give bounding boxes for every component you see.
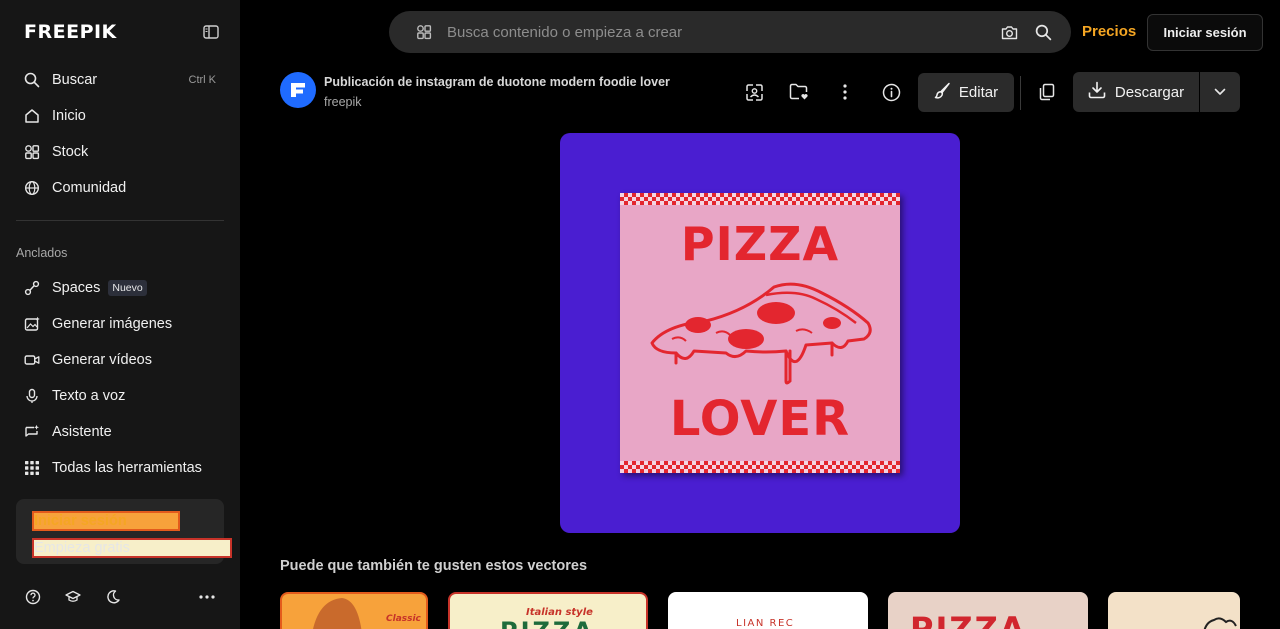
sidebar-item-label: Asistente — [52, 424, 112, 440]
thumb-text: LIAN REC — [736, 618, 795, 629]
login-button[interactable]: Iniciar sesión — [1147, 14, 1263, 51]
brush-icon — [934, 82, 951, 104]
download-options-button[interactable] — [1200, 72, 1240, 112]
sidebar-bottom-bar — [24, 588, 220, 606]
spaces-icon — [24, 280, 40, 296]
sidebar-item-generar-videos[interactable]: Generar vídeos — [16, 342, 224, 378]
author-avatar[interactable] — [280, 72, 316, 108]
apps-grid-icon — [24, 460, 40, 476]
pricing-link[interactable]: Precios — [1082, 23, 1136, 40]
home-icon — [24, 108, 40, 124]
search-submit-icon[interactable] — [1033, 22, 1053, 42]
sidebar-item-inicio[interactable]: Inicio — [16, 98, 224, 134]
video-camera-icon — [24, 352, 40, 368]
new-badge: Nuevo — [108, 280, 147, 296]
sidebar-item-label: Generar imágenes — [52, 316, 173, 332]
resource-preview[interactable]: PIZZA LOVER — [560, 133, 960, 533]
search-icon — [24, 72, 40, 88]
sidebar-item-label: Buscar — [52, 72, 98, 88]
download-icon — [1088, 81, 1106, 104]
poster-word-lover: LOVER — [669, 391, 851, 447]
sidebar-item-todas-herramientas[interactable]: Todas las herramientas — [16, 450, 224, 486]
toolbar-divider — [1020, 76, 1021, 110]
download-button-label: Descargar — [1114, 83, 1185, 101]
pinned-section-title: Anclados — [16, 246, 68, 260]
download-button[interactable]: Descargar — [1073, 72, 1199, 112]
login-card[interactable]: Iniciar sesión Empieza gratis — [16, 499, 232, 564]
sidebar-item-generar-imagenes[interactable]: Generar imágenes — [16, 306, 224, 342]
sidebar-toggle-icon[interactable] — [202, 23, 220, 41]
login-card-title: Iniciar sesión — [32, 511, 180, 531]
image-search-icon[interactable] — [740, 78, 768, 106]
resource-title: Publicación de instagram de duotone mode… — [324, 75, 670, 89]
sidebar-item-label: Inicio — [52, 108, 86, 124]
edit-button-label: Editar — [958, 84, 999, 101]
edit-button[interactable]: Editar — [918, 73, 1014, 112]
sidebar-item-texto-a-voz[interactable]: Texto a voz — [16, 378, 224, 414]
assistant-chat-icon — [24, 424, 40, 440]
sidebar-item-label: Spaces — [52, 280, 101, 296]
more-vertical-icon[interactable] — [831, 78, 859, 106]
related-thumb[interactable]: Classic — [280, 592, 428, 629]
save-to-collection-icon[interactable] — [785, 78, 813, 106]
search-bar — [389, 11, 1071, 53]
chevron-down-icon — [1214, 83, 1226, 101]
copy-icon[interactable] — [1033, 78, 1061, 106]
globe-icon — [24, 180, 40, 196]
search-mode-icon[interactable] — [415, 23, 433, 41]
shortcut-hint: Ctrl K — [188, 74, 217, 86]
pizza-slice-illustration — [650, 282, 872, 385]
sidebar-divider — [16, 220, 224, 221]
sidebar-item-label: Generar vídeos — [52, 352, 152, 368]
freepik-logo[interactable]: FREEPIK — [24, 21, 117, 43]
more-horizontal-icon[interactable] — [198, 588, 216, 606]
related-thumb[interactable]: PIZZA — [888, 592, 1088, 629]
hand-thumb-art — [1203, 617, 1237, 629]
sidebar-item-label: Stock — [52, 144, 89, 160]
resource-author[interactable]: freepik — [324, 95, 362, 109]
stock-grid-icon — [24, 144, 40, 160]
logo-row: FREEPIK — [24, 20, 220, 44]
related-thumb[interactable] — [1108, 592, 1240, 629]
image-generate-icon — [24, 316, 40, 332]
search-input[interactable] — [447, 23, 985, 41]
sidebar: FREEPIK Buscar Ctrl K Inicio Stock Comun… — [0, 0, 240, 629]
thumb-text: PIZZA — [910, 610, 1027, 629]
pizza-lover-poster: PIZZA LOVER — [620, 193, 900, 473]
login-card-subtitle: Empieza gratis — [32, 538, 232, 558]
poster-word-pizza: PIZZA — [680, 217, 840, 271]
dark-mode-moon-icon[interactable] — [104, 588, 122, 606]
academy-hat-icon[interactable] — [64, 588, 82, 606]
sidebar-item-comunidad[interactable]: Comunidad — [16, 170, 224, 206]
thumb-text-big: PIZZA — [500, 617, 595, 629]
related-thumb[interactable]: LIAN REC — [668, 592, 868, 629]
main-nav: Buscar Ctrl K Inicio Stock Comunidad — [16, 62, 224, 206]
sidebar-item-label: Texto a voz — [52, 388, 126, 404]
pinned-nav: Spaces Nuevo Generar imágenes Generar ví… — [16, 270, 224, 486]
info-icon[interactable] — [877, 78, 905, 106]
sidebar-item-buscar[interactable]: Buscar Ctrl K — [16, 62, 224, 98]
sidebar-item-label: Todas las herramientas — [52, 460, 202, 476]
sidebar-item-spaces[interactable]: Spaces Nuevo — [16, 270, 224, 306]
thumb-text: Classic — [386, 614, 421, 624]
checkered-border-bottom — [620, 461, 900, 473]
help-icon[interactable] — [24, 588, 42, 606]
related-section-title: Puede que también te gusten estos vector… — [280, 558, 588, 574]
related-thumb[interactable]: Italian style PIZZA — [448, 592, 648, 629]
sidebar-item-asistente[interactable]: Asistente — [16, 414, 224, 450]
microphone-icon — [24, 388, 40, 404]
sidebar-item-stock[interactable]: Stock — [16, 134, 224, 170]
sidebar-item-label: Comunidad — [52, 180, 127, 196]
checkered-border-top — [620, 193, 900, 205]
camera-search-icon[interactable] — [999, 22, 1019, 42]
